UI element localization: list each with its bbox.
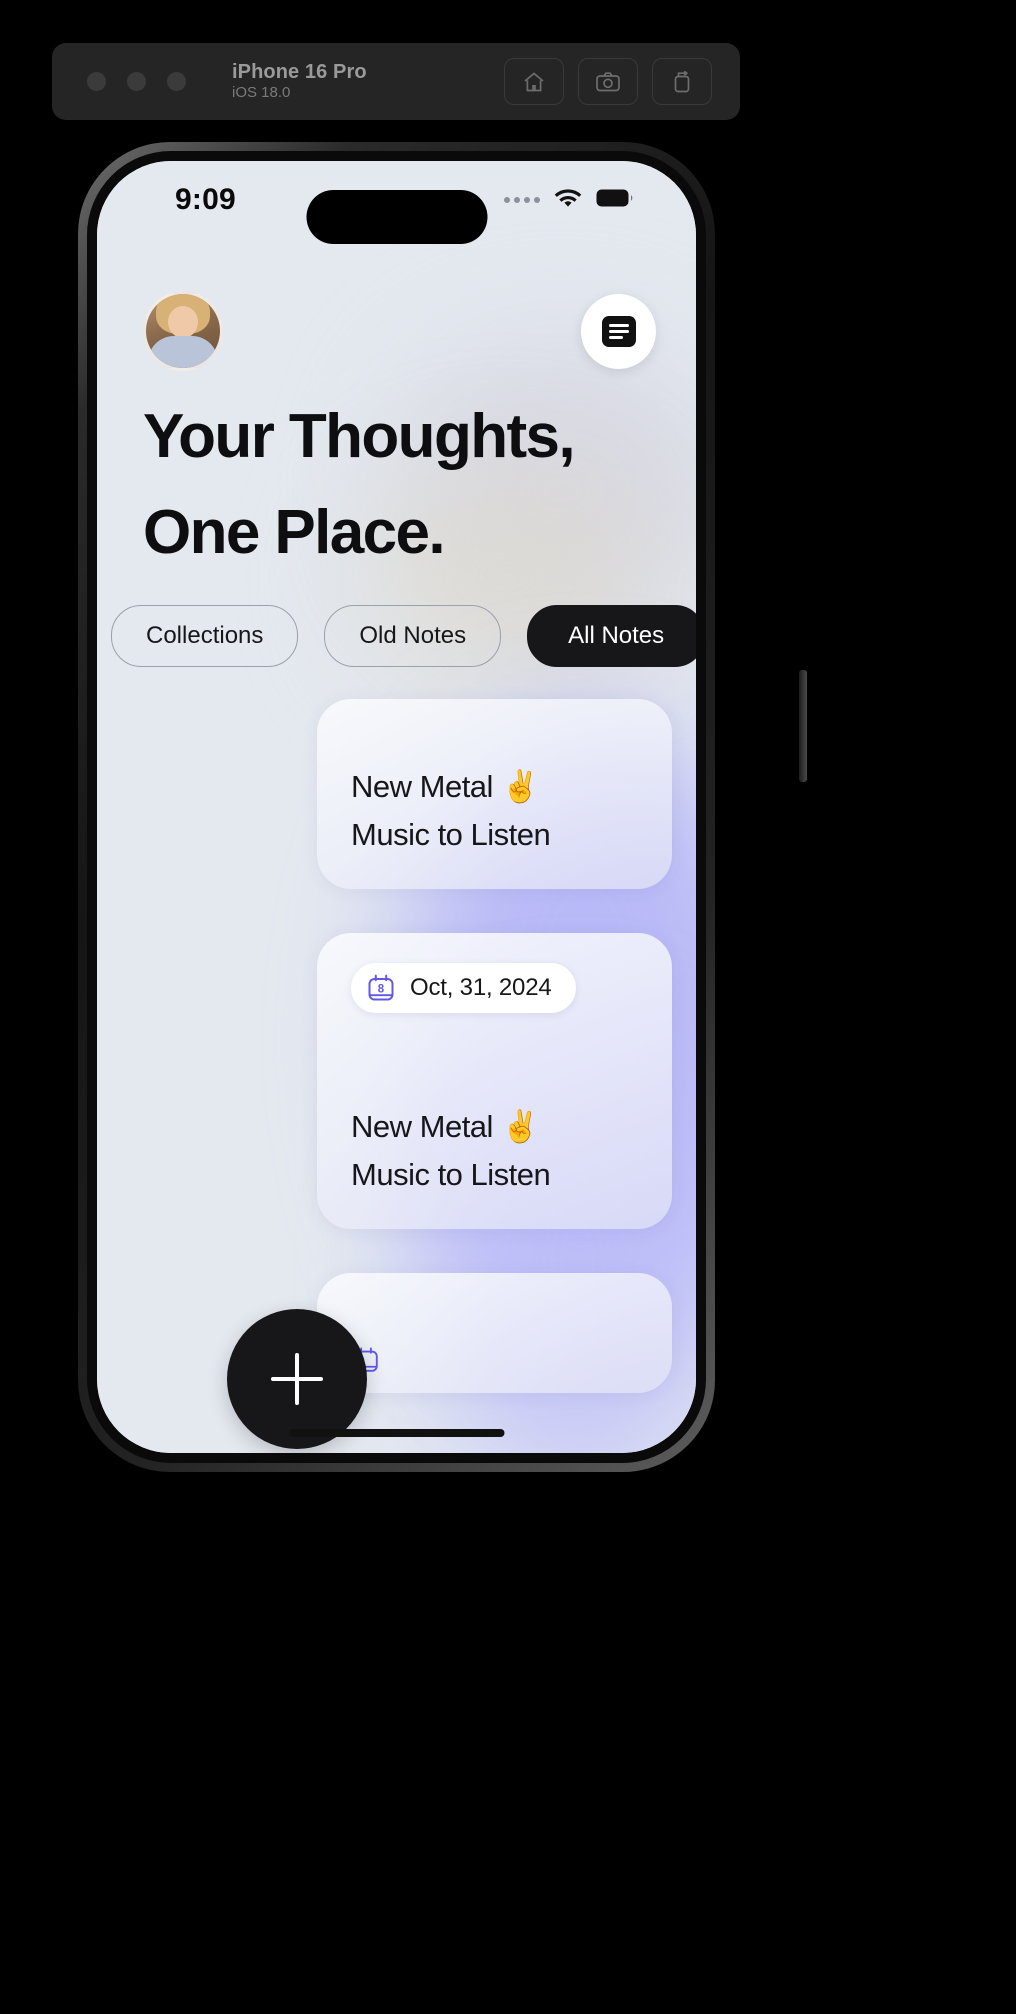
status-indicators: [504, 187, 634, 214]
menu-button[interactable]: [581, 293, 656, 369]
tab-collections[interactable]: Collections: [111, 605, 299, 667]
rotate-button[interactable]: [652, 58, 712, 105]
avatar-face: [168, 306, 198, 338]
headline-line-2: One Place.: [143, 498, 446, 568]
notes-app: Your Thoughts, One Place. Collections Ol…: [97, 161, 696, 1453]
svg-text:8: 8: [378, 983, 385, 995]
tab-all-notes[interactable]: All Notes: [527, 605, 696, 667]
phone-screen: 9:09 Your Thoughts, One Place. Collectio…: [97, 161, 696, 1453]
note-title-line-2: Music to Listen: [351, 816, 551, 852]
wifi-icon: [553, 187, 583, 214]
home-icon: [521, 70, 547, 94]
power-button[interactable]: [799, 670, 807, 782]
note-date-chip: 8 Oct, 31, 2024: [351, 963, 576, 1013]
window-controls[interactable]: [87, 72, 186, 91]
dynamic-island: [306, 190, 487, 244]
app-header: [143, 291, 656, 371]
add-note-button[interactable]: [227, 1309, 367, 1449]
tab-bar: Collections Old Notes All Notes: [111, 605, 696, 667]
minimize-button[interactable]: [127, 72, 146, 91]
home-indicator[interactable]: [289, 1429, 504, 1437]
device-name: iPhone 16 Pro: [232, 60, 367, 83]
phone-frame: 9:09 Your Thoughts, One Place. Collectio…: [78, 142, 807, 1472]
tab-old-notes[interactable]: Old Notes: [324, 605, 502, 667]
notes-list: New Metal ✌️ Music to Listen 8 Oct, 31, …: [317, 699, 672, 1453]
screenshot-button[interactable]: [578, 58, 638, 105]
simulator-toolbar: iPhone 16 Pro iOS 18.0: [52, 43, 740, 120]
os-version: iOS 18.0: [232, 84, 291, 102]
menu-icon: [601, 315, 636, 347]
zoom-button[interactable]: [167, 72, 186, 91]
home-button[interactable]: [504, 58, 564, 105]
note-title-line-1: New Metal ✌️: [351, 1108, 540, 1144]
note-title-line-1: New Metal ✌️: [351, 768, 540, 804]
note-card[interactable]: 8 Oct, 31, 2024 New Metal ✌️ Music to Li…: [317, 933, 672, 1229]
status-time: 9:09: [175, 183, 236, 216]
close-button[interactable]: [87, 72, 106, 91]
note-card[interactable]: New Metal ✌️ Music to Listen: [317, 699, 672, 889]
avatar[interactable]: [143, 291, 223, 371]
avatar-body: [148, 336, 218, 368]
simulator-titles: iPhone 16 Pro iOS 18.0: [232, 61, 367, 102]
headline-line-1: Your Thoughts,: [143, 402, 576, 471]
note-title-line-2: Music to Listen: [351, 1156, 551, 1192]
note-title: New Metal ✌️ Music to Listen: [351, 763, 551, 859]
calendar-icon: 8: [365, 972, 397, 1004]
battery-icon: [596, 188, 634, 213]
note-title: New Metal ✌️ Music to Listen: [351, 1103, 638, 1199]
plus-icon: [271, 1377, 323, 1381]
cellular-signal-icon: [504, 197, 540, 203]
simulator-actions: [504, 58, 712, 105]
page-title: Your Thoughts, One Place.: [143, 389, 676, 581]
screenshot-icon: [595, 71, 621, 93]
rotate-icon: [670, 70, 694, 94]
phone-bezel: 9:09 Your Thoughts, One Place. Collectio…: [87, 151, 706, 1463]
note-card[interactable]: [317, 1273, 672, 1393]
note-date-text: Oct, 31, 2024: [410, 974, 552, 1001]
